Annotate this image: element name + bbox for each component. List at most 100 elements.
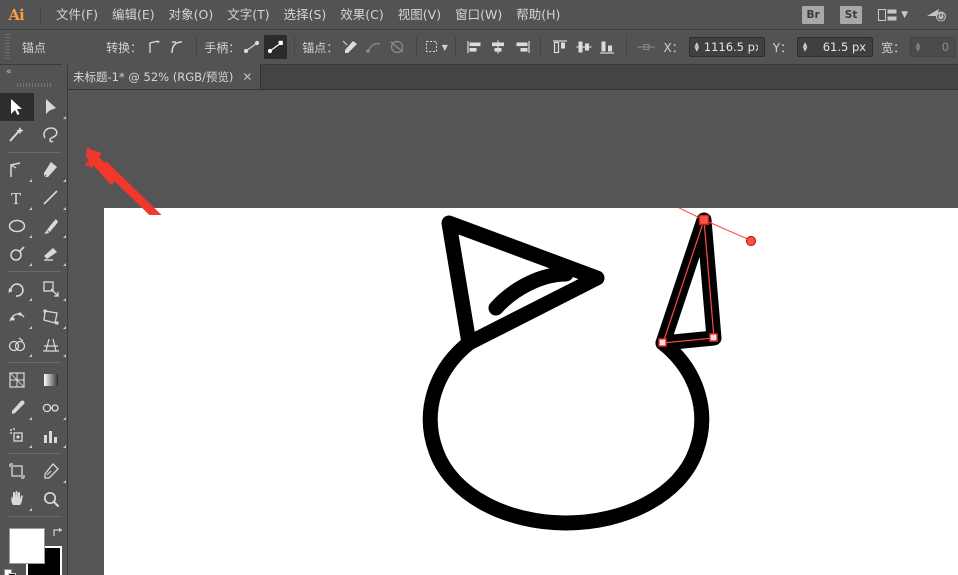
- free-transform-tool[interactable]: [34, 303, 68, 331]
- free-transform-icon: [43, 309, 59, 325]
- hand-tool[interactable]: [0, 485, 34, 513]
- menu-help[interactable]: 帮助(H): [509, 0, 567, 30]
- paintbrush-tool[interactable]: [34, 212, 68, 240]
- width-icon: [9, 312, 25, 322]
- fill-stroke-group: [0, 524, 68, 575]
- tool-more-indicator: [29, 263, 32, 266]
- line-segment-tool[interactable]: [34, 184, 68, 212]
- convert-to-corner-icon[interactable]: [142, 35, 166, 59]
- eraser-tool[interactable]: [34, 240, 68, 268]
- default-fill-stroke-icon[interactable]: [4, 567, 17, 575]
- show-handles-icon[interactable]: [240, 35, 264, 59]
- align-right-icon[interactable]: [510, 35, 534, 59]
- canvas-area[interactable]: [68, 90, 958, 575]
- pen-tool[interactable]: [0, 156, 34, 184]
- zoom-tool[interactable]: [34, 485, 68, 513]
- fill-swatch[interactable]: [9, 528, 45, 564]
- width-input[interactable]: [925, 40, 952, 54]
- swap-fill-stroke-icon[interactable]: [51, 525, 65, 544]
- gradient-tool[interactable]: [34, 366, 68, 394]
- rotate-tool[interactable]: [0, 275, 34, 303]
- artboard-tool[interactable]: [0, 457, 34, 485]
- isolate-object-icon[interactable]: ▼: [424, 35, 448, 59]
- hand-icon: [11, 490, 23, 505]
- align-top-icon[interactable]: [548, 35, 572, 59]
- type-icon: T: [11, 190, 21, 208]
- close-icon[interactable]: ✕: [242, 71, 252, 83]
- scale-tool[interactable]: [34, 275, 68, 303]
- tool-more-indicator: [29, 508, 32, 511]
- anchor-remove-icon[interactable]: [338, 35, 362, 59]
- shaper-tool[interactable]: [0, 240, 34, 268]
- eyedropper-tool[interactable]: [0, 394, 34, 422]
- x-stepper[interactable]: ▲ ▼: [690, 42, 704, 53]
- perspective-grid-tool[interactable]: [34, 331, 68, 359]
- tools-panel-grip[interactable]: [16, 79, 51, 90]
- selection-tool[interactable]: [0, 93, 34, 121]
- width-stepper[interactable]: ▲ ▼: [911, 42, 925, 53]
- tool-more-indicator: [63, 445, 66, 448]
- tool-more-indicator: [29, 445, 32, 448]
- control-options-bar: 锚点 转换： 手柄： 锚点： ▼ X： ▲ ▼ 1116.5 px Y： ▲ ▼…: [0, 30, 958, 65]
- tool-more-indicator: [29, 207, 32, 210]
- blend-tool[interactable]: [34, 394, 68, 422]
- magic-wand-tool[interactable]: [0, 121, 34, 149]
- cloud-sync-icon[interactable]: [926, 7, 948, 23]
- graph-icon: [44, 431, 57, 443]
- align-bottom-icon[interactable]: [595, 35, 619, 59]
- tool-more-indicator: [63, 263, 66, 266]
- mesh-tool[interactable]: [0, 366, 34, 394]
- annotation-arrow: [86, 147, 162, 215]
- align-left-icon[interactable]: [463, 35, 487, 59]
- slice-tool[interactable]: [34, 457, 68, 485]
- menu-effect[interactable]: 效果(C): [333, 0, 390, 30]
- tool-more-indicator: [29, 179, 32, 182]
- anchor-connect-icon[interactable]: [362, 35, 386, 59]
- column-graph-tool[interactable]: [34, 422, 68, 450]
- menu-edit[interactable]: 编辑(E): [105, 0, 162, 30]
- anchor-cut-icon[interactable]: [385, 35, 409, 59]
- align-center-vertical-icon[interactable]: [572, 35, 596, 59]
- menu-type[interactable]: 文字(T): [220, 0, 276, 30]
- artboard[interactable]: [104, 208, 958, 575]
- x-coordinate-field[interactable]: ▲ ▼: [688, 37, 765, 57]
- stock-button[interactable]: St: [840, 5, 863, 24]
- x-input[interactable]: [703, 40, 760, 54]
- tool-more-indicator: [63, 417, 66, 420]
- align-center-horizontal-icon[interactable]: [486, 35, 510, 59]
- hide-handles-icon[interactable]: [263, 35, 288, 59]
- arrange-documents-button[interactable]: ▼: [878, 8, 908, 22]
- add-anchor-point-tool[interactable]: [34, 156, 68, 184]
- menu-window[interactable]: 窗口(W): [448, 0, 509, 30]
- control-divider-2: [294, 36, 296, 58]
- menu-object[interactable]: 对象(O): [162, 0, 221, 30]
- y-stepper[interactable]: ▲ ▼: [798, 42, 812, 53]
- distribute-icon[interactable]: [634, 35, 658, 59]
- width-field[interactable]: ▲ ▼: [910, 37, 957, 57]
- width-tool[interactable]: [0, 303, 34, 331]
- type-tool[interactable]: T: [0, 184, 34, 212]
- menu-divider: [40, 5, 41, 24]
- symbol-sprayer-tool[interactable]: [0, 422, 34, 450]
- slice-icon: [44, 463, 59, 479]
- tool-more-indicator: [63, 326, 66, 329]
- ellipse-tool[interactable]: [0, 212, 34, 240]
- collapse-panel-button[interactable]: «: [0, 65, 67, 79]
- menu-file[interactable]: 文件(F): [49, 0, 105, 30]
- menu-select[interactable]: 选择(S): [277, 0, 334, 30]
- path-selection-overlay: [658, 208, 757, 347]
- ellipse-icon: [8, 219, 26, 233]
- y-coordinate-field[interactable]: ▲ ▼: [797, 37, 874, 57]
- control-bar-grip[interactable]: [3, 34, 12, 60]
- menu-view[interactable]: 视图(V): [391, 0, 448, 30]
- shape-builder-tool[interactable]: [0, 331, 34, 359]
- control-divider-6: [626, 36, 627, 58]
- lasso-tool[interactable]: [34, 121, 68, 149]
- y-input[interactable]: [812, 40, 869, 54]
- direct-selection-tool[interactable]: [34, 93, 68, 121]
- menu-bar: Ai 文件(F) 编辑(E) 对象(O) 文字(T) 选择(S) 效果(C) 视图(V) 窗口…: [0, 0, 958, 30]
- convert-to-smooth-icon[interactable]: [166, 35, 190, 59]
- shaper-icon: [10, 246, 25, 261]
- bridge-button[interactable]: Br: [802, 5, 825, 24]
- document-tab[interactable]: 未标题-1* @ 52% (RGB/预览) ✕: [62, 64, 262, 89]
